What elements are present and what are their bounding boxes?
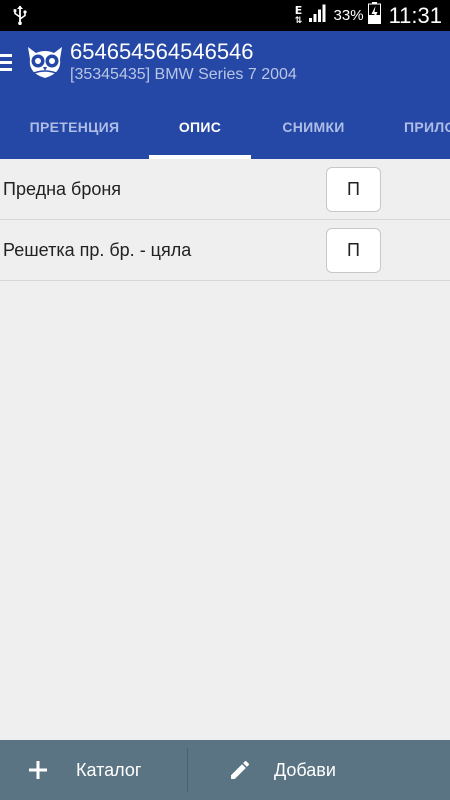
- list-item-type-button[interactable]: П: [326, 228, 381, 273]
- owl-logo-icon[interactable]: [26, 45, 64, 79]
- plus-icon: [28, 760, 48, 780]
- list-item-type-button[interactable]: П: [326, 167, 381, 212]
- list-item[interactable]: Предна броня П: [0, 159, 450, 220]
- network-type-indicator: E ⇅: [294, 3, 304, 26]
- network-type-label: E: [294, 3, 303, 17]
- list-item-label: Решетка пр. бр. - цяла: [3, 239, 192, 260]
- status-bar: E ⇅ 33% 11:31: [0, 0, 450, 31]
- page-title: 654654564546546: [70, 39, 254, 64]
- add-button-label: Добави: [274, 759, 336, 780]
- battery-percent: 33%: [333, 7, 364, 24]
- damage-list: Предна броня П Решетка пр. бр. - цяла П: [0, 159, 450, 281]
- app-bar: 654654564546546 [35345435] BMW Series 7 …: [0, 31, 450, 159]
- bottom-action-bar: Каталог Добави: [0, 740, 450, 800]
- list-item[interactable]: Решетка пр. бр. - цяла П: [0, 220, 450, 281]
- tab-bar: ПРЕТЕНЦИЯ ОПИС СНИМКИ ПРИЛОЖЕНИЯ: [0, 94, 450, 159]
- add-button[interactable]: Добави: [228, 740, 336, 800]
- list-item-label: Предна броня: [3, 178, 122, 199]
- pencil-icon: [228, 758, 252, 782]
- bottom-bar-divider: [187, 748, 188, 792]
- catalog-button-label: Каталог: [76, 759, 142, 780]
- catalog-button[interactable]: Каталог: [28, 740, 141, 800]
- tab-photos[interactable]: СНИМКИ: [251, 94, 376, 159]
- hamburger-menu-icon[interactable]: [0, 54, 14, 72]
- battery-charging-icon: [367, 2, 381, 29]
- clock: 11:31: [388, 2, 442, 28]
- tab-description[interactable]: ОПИС: [149, 94, 251, 159]
- usb-icon: [12, 5, 28, 30]
- signal-icon: [308, 3, 328, 28]
- data-arrows-icon: ⇅: [294, 15, 303, 26]
- tab-attachments[interactable]: ПРИЛОЖЕНИЯ: [404, 94, 450, 159]
- page-subtitle: [35345435] BMW Series 7 2004: [70, 66, 297, 83]
- screen: E ⇅ 33% 11:31 654654564546546 [35345435]…: [0, 0, 450, 800]
- tab-claim[interactable]: ПРЕТЕНЦИЯ: [0, 94, 149, 159]
